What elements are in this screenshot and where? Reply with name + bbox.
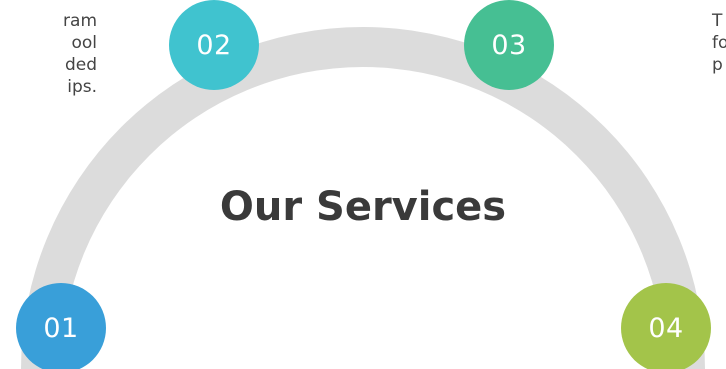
step-circle-04: 04 (621, 283, 711, 369)
step-description-left: ram ool ded ips. (63, 11, 97, 97)
step-number: 04 (648, 312, 684, 344)
step-number: 02 (196, 29, 232, 61)
step-circle-02: 02 (169, 0, 259, 90)
step-circle-03: 03 (464, 0, 554, 90)
step-number: 03 (491, 29, 527, 61)
step-circle-01: 01 (16, 283, 106, 369)
step-description-right: T fo p (712, 11, 726, 75)
diagram-title: Our Services (219, 184, 507, 230)
services-diagram: ram ool ded ips. T fo p 01 02 03 04 Our … (0, 0, 726, 369)
step-number: 01 (43, 312, 79, 344)
